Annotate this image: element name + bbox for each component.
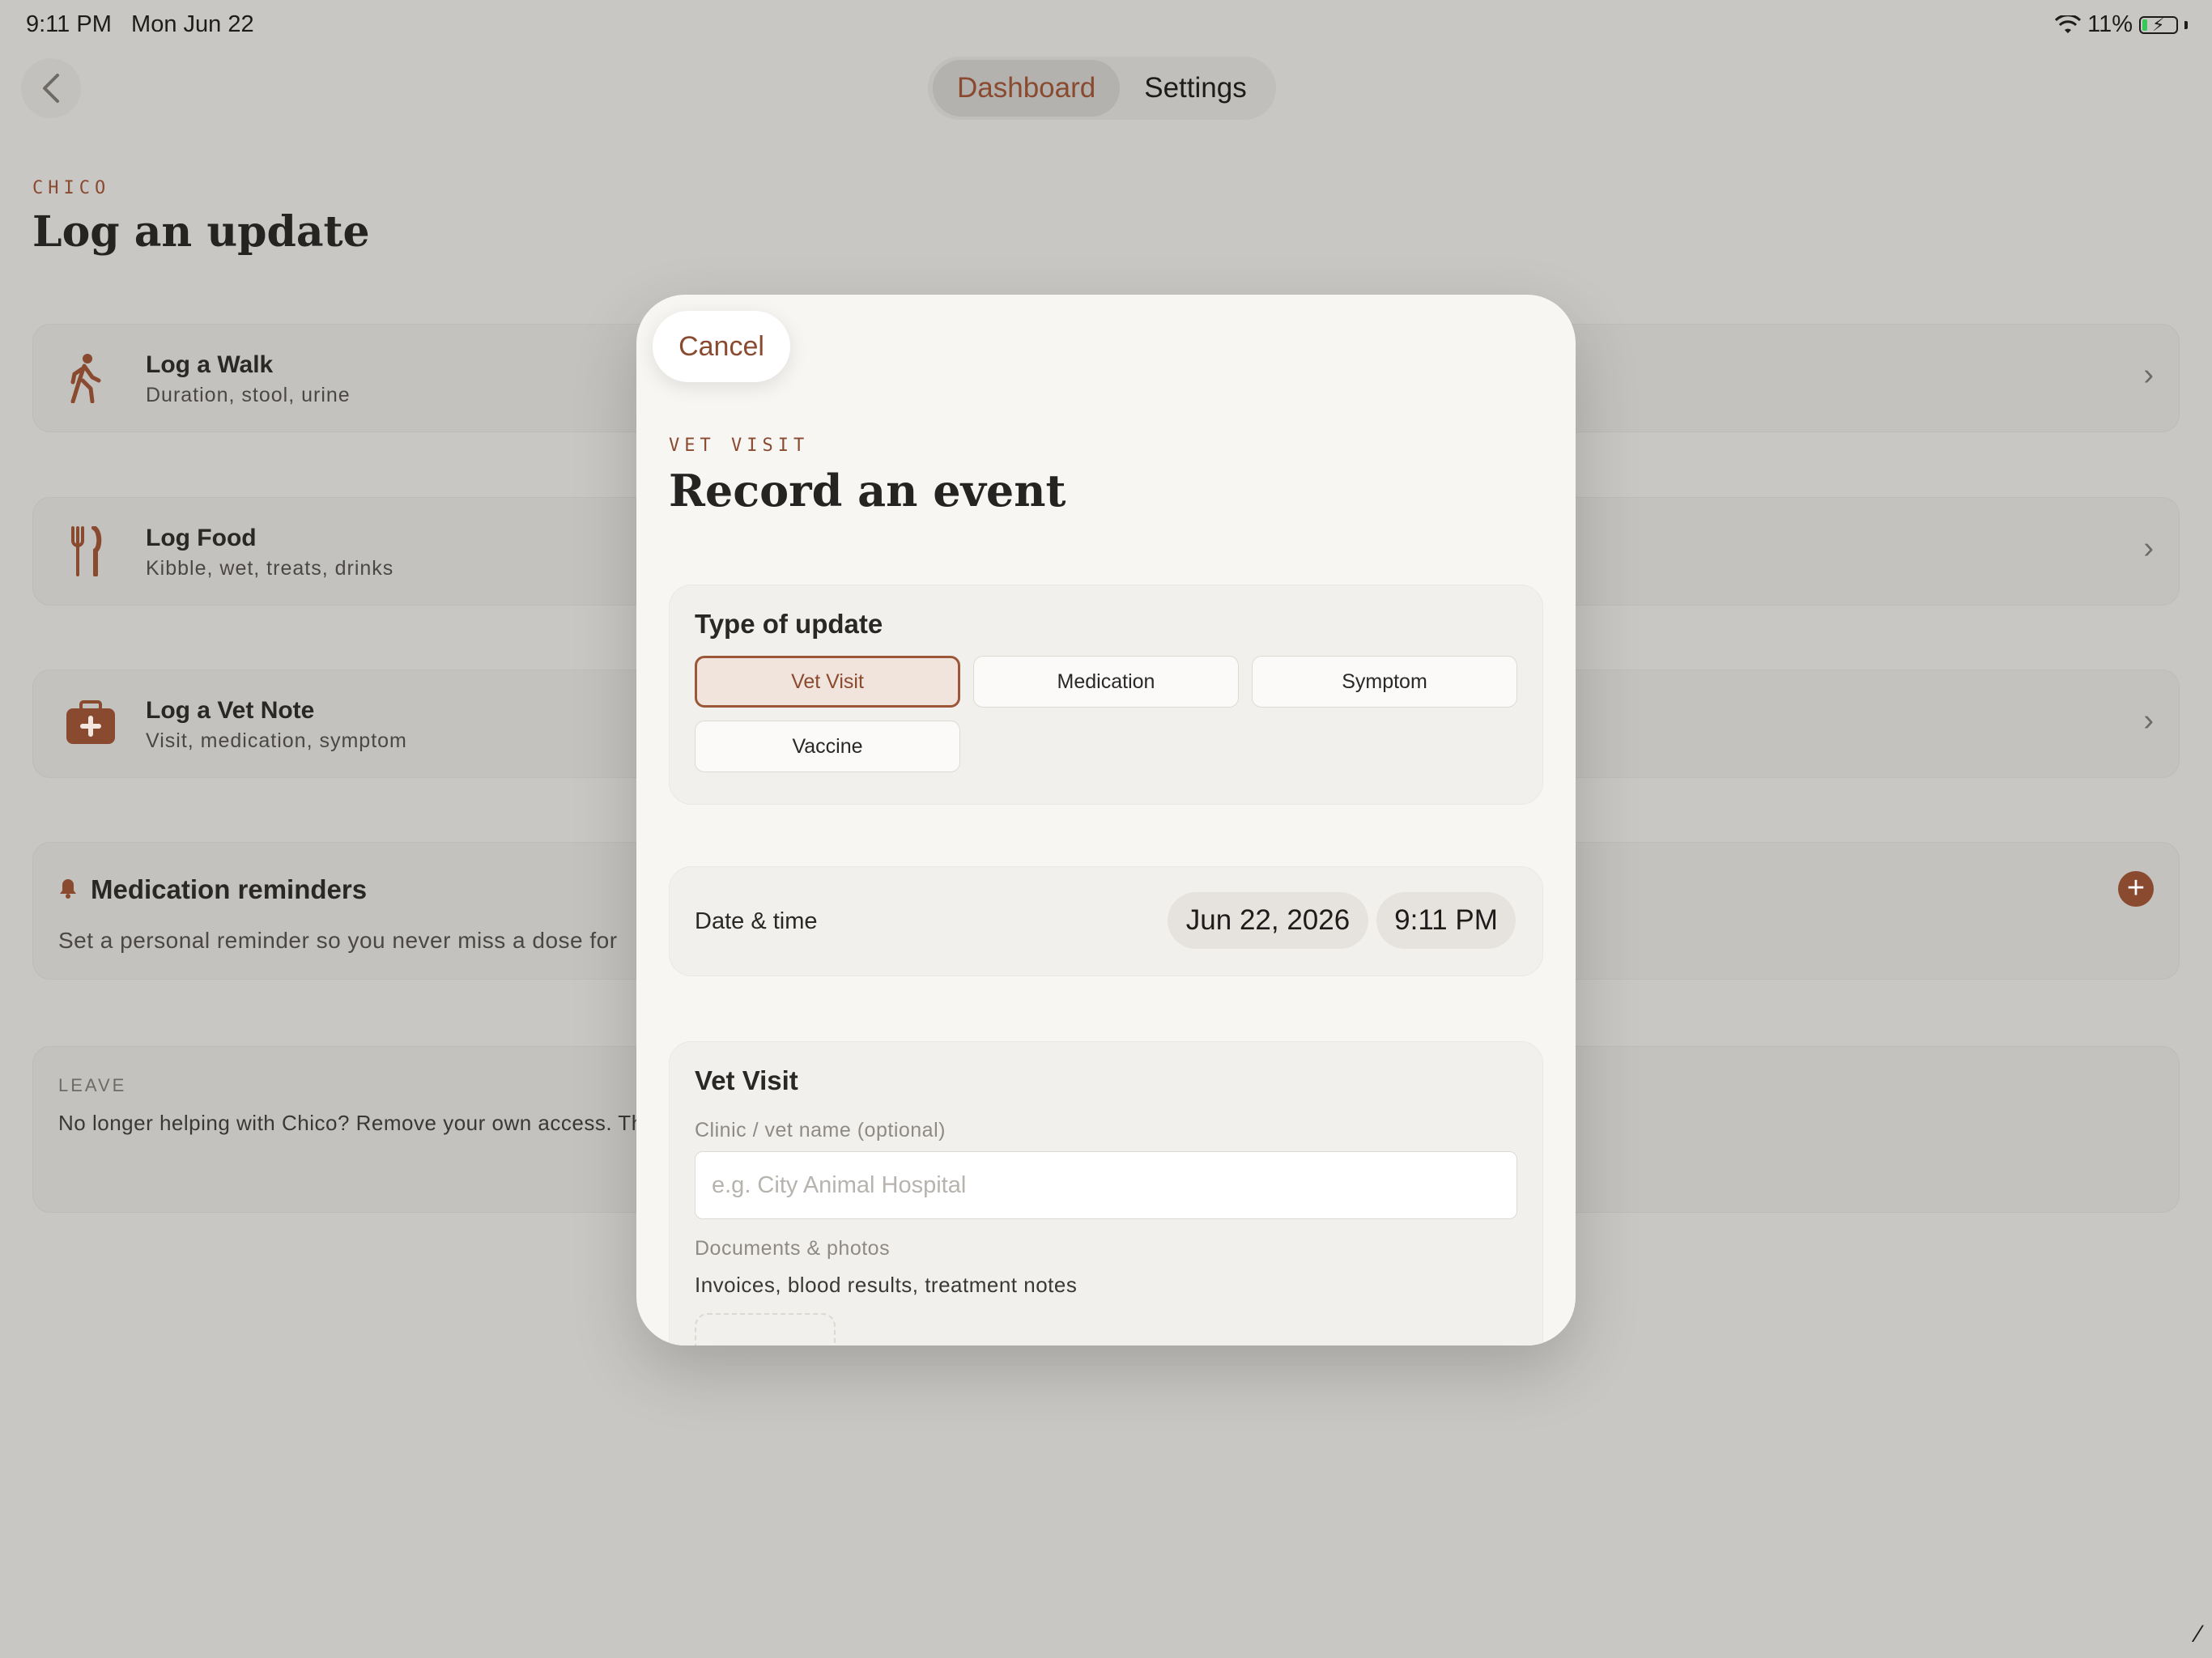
- type-of-update-card: Type of update Vet Visit Medication Symp…: [669, 585, 1543, 805]
- row-title: Log Food: [146, 525, 257, 551]
- type-option-symptom[interactable]: Symptom: [1252, 656, 1517, 708]
- sheet-eyebrow: VET VISIT: [669, 436, 810, 456]
- card-title: Type of update: [695, 609, 883, 639]
- status-bar-right: 11% ⚡: [2055, 11, 2188, 38]
- medical-kit-icon: [66, 700, 115, 744]
- row-title: Log a Vet Note: [146, 697, 315, 724]
- battery-percent: 11%: [2087, 11, 2133, 37]
- top-segmented-control: Dashboard Settings: [928, 57, 1276, 120]
- clinic-field-label: Clinic / vet name (optional): [695, 1119, 946, 1141]
- tab-dashboard[interactable]: Dashboard: [933, 60, 1121, 117]
- add-document-tile[interactable]: [695, 1313, 836, 1346]
- wifi-icon: [2055, 15, 2082, 33]
- back-button[interactable]: [21, 58, 81, 118]
- battery-icon: ⚡: [2139, 15, 2178, 35]
- status-bar-time: 9:11 PM Mon Jun 22: [26, 11, 254, 38]
- cancel-button[interactable]: Cancel: [653, 311, 790, 382]
- page-title: Log an update: [32, 207, 370, 257]
- walk-icon: [70, 354, 101, 403]
- row-subtitle: Visit, medication, symptom: [146, 729, 407, 752]
- pet-name-eyebrow: CHICO: [32, 178, 111, 198]
- chevron-right-icon: ›: [2143, 358, 2154, 392]
- pencil-indicator-icon: ⁄: [2196, 1621, 2201, 1647]
- documents-label: Documents & photos: [695, 1237, 891, 1260]
- reminders-title: Medication reminders: [91, 874, 368, 904]
- card-title: Vet Visit: [695, 1065, 798, 1095]
- date-time-label: Date & time: [695, 908, 818, 934]
- leave-eyebrow: LEAVE: [58, 1075, 127, 1095]
- status-date: Mon Jun 22: [131, 11, 254, 37]
- chevron-right-icon: ›: [2143, 531, 2154, 565]
- status-time: 9:11 PM: [26, 11, 112, 37]
- chevron-left-icon: [43, 74, 59, 103]
- type-option-vaccine[interactable]: Vaccine: [695, 721, 960, 772]
- row-title: Log a Walk: [146, 351, 274, 378]
- date-picker-button[interactable]: Jun 22, 2026: [1168, 892, 1368, 949]
- record-event-sheet: Cancel VET VISIT Record an event Type of…: [636, 295, 1576, 1346]
- time-picker-button[interactable]: 9:11 PM: [1376, 892, 1516, 949]
- row-subtitle: Kibble, wet, treats, drinks: [146, 557, 394, 580]
- fork-knife-icon: [71, 526, 102, 576]
- sheet-title: Record an event: [669, 465, 1066, 517]
- row-subtitle: Duration, stool, urine: [146, 384, 351, 406]
- type-option-vet-visit[interactable]: Vet Visit: [695, 656, 960, 708]
- vet-visit-card: Vet Visit Clinic / vet name (optional) D…: [669, 1041, 1543, 1346]
- reminders-subtitle: Set a personal reminder so you never mis…: [58, 928, 618, 953]
- bell-icon: [60, 879, 76, 899]
- tab-settings[interactable]: Settings: [1120, 60, 1270, 117]
- add-reminder-button[interactable]: +: [2118, 871, 2154, 907]
- leave-text: No longer helping with Chico? Remove you…: [58, 1111, 656, 1135]
- chevron-right-icon: ›: [2143, 704, 2154, 738]
- date-time-card: Date & time Jun 22, 2026 9:11 PM: [669, 866, 1543, 976]
- documents-subtitle: Invoices, blood results, treatment notes: [695, 1273, 1078, 1297]
- clinic-name-input[interactable]: [695, 1151, 1517, 1219]
- type-option-medication[interactable]: Medication: [973, 656, 1239, 708]
